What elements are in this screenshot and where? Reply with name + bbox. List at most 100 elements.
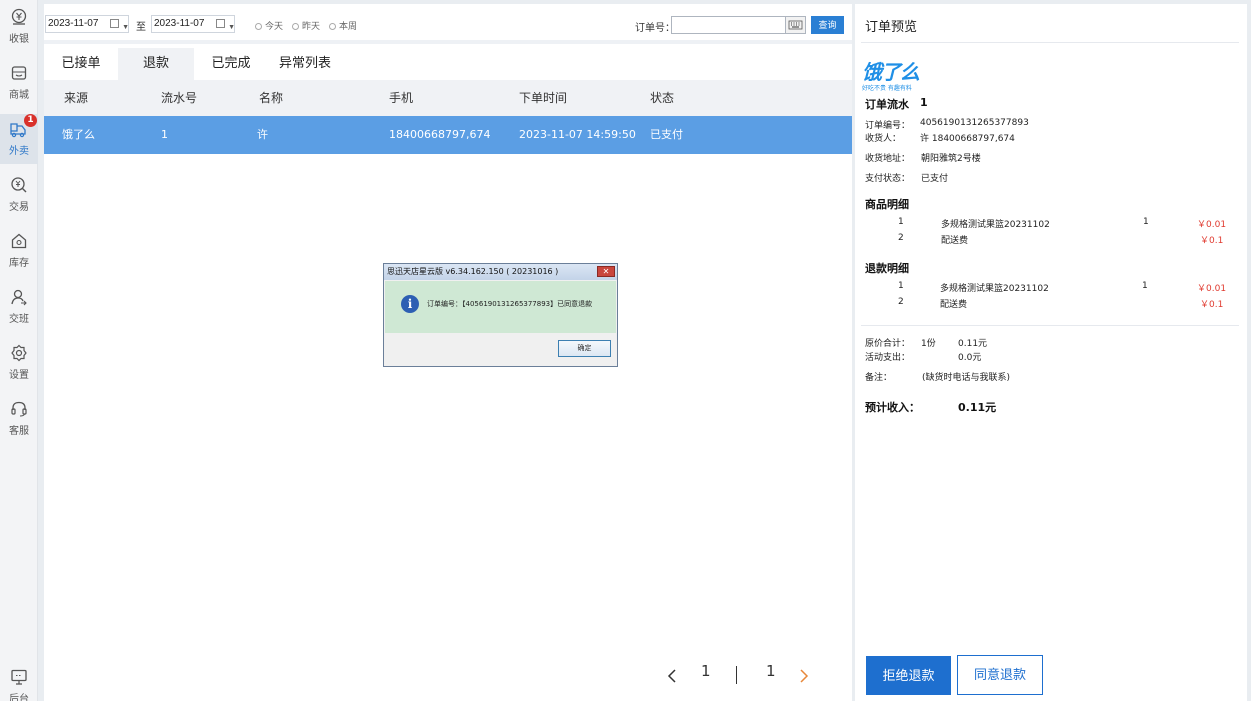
column-header: 流水号 [161, 91, 198, 105]
radio-dot [329, 23, 336, 30]
column-header: 手机 [389, 91, 414, 105]
original-total-value: 0.11元 [958, 339, 988, 349]
refund-index: 1 [898, 281, 904, 291]
store-icon [11, 66, 27, 80]
table-cell: 1 [161, 128, 168, 141]
goods-name: 配送费 [941, 236, 969, 246]
cashier-icon [11, 8, 27, 25]
refund-price: ￥0.1 [1200, 300, 1224, 310]
agree-refund-button[interactable]: 同意退款 [957, 655, 1043, 695]
date-range-separator: 至 [136, 22, 146, 33]
close-icon[interactable]: ✕ [597, 266, 615, 277]
column-header: 下单时间 [519, 91, 568, 105]
original-total-label: 原价合计： [865, 339, 911, 349]
radio-dot [255, 23, 262, 30]
sidebar-item-support[interactable]: 客服 [0, 394, 38, 444]
remark-value: (缺货时电话与我联系) [922, 373, 1011, 383]
goods-price: ￥0.1 [1200, 236, 1224, 246]
radio-label: 昨天 [302, 22, 321, 32]
activity-label: 活动支出： [865, 353, 911, 363]
backend-icon [11, 669, 27, 685]
table-cell: 18400668797,674 [389, 128, 491, 141]
sidebar-label: 设置 [9, 370, 29, 381]
income-value: 0.11元 [958, 401, 997, 414]
activity-value: 0.0元 [958, 353, 982, 363]
sidebar-item-backend[interactable]: 后台 [0, 662, 38, 701]
income-label: 预计收入： [865, 401, 920, 414]
total-pages: 1 [766, 662, 776, 680]
radio-today[interactable]: 今天 [255, 19, 283, 32]
tab-completed[interactable]: 已完成 [194, 48, 268, 80]
sidebar: 收银 商城 1 外卖 交易 库存 交班 设置 客服 后台 [0, 0, 38, 701]
date-from-value: 2023-11-07 [48, 18, 99, 29]
dialog-body: i 订单编号：【4056190131265377893】已同意退款 [385, 281, 616, 333]
goods-title: 商品明细 [865, 198, 909, 211]
divider [861, 42, 1239, 43]
original-total-qty: 1份 [921, 339, 936, 349]
sidebar-label: 收银 [9, 34, 29, 45]
goods-index: 2 [898, 233, 904, 243]
transaction-icon [11, 177, 27, 193]
refund-index: 2 [898, 297, 904, 307]
refund-qty: 1 [1142, 281, 1148, 291]
next-page-icon[interactable] [798, 668, 810, 684]
sidebar-label: 后台 [9, 694, 29, 701]
remark-label: 备注： [865, 373, 893, 383]
tab-exceptions[interactable]: 异常列表 [268, 48, 342, 80]
date-to-picker[interactable]: 2023-11-07 ▼ [151, 15, 235, 33]
eleme-logo: 饿了么 好吃不贵 有趣有料 [862, 56, 920, 92]
prev-page-icon[interactable] [666, 668, 678, 684]
column-header: 名称 [259, 91, 284, 105]
date-from-picker[interactable]: 2023-11-07 ▼ [45, 15, 129, 33]
address-value: 朝阳雅筑2号楼 [921, 154, 981, 164]
preview-title: 订单预览 [865, 20, 918, 35]
info-icon: i [401, 295, 419, 313]
sidebar-item-settings[interactable]: 设置 [0, 338, 38, 388]
keyboard-icon[interactable] [785, 16, 806, 34]
radio-label: 今天 [265, 22, 284, 32]
sidebar-item-delivery[interactable]: 1 外卖 [0, 114, 38, 164]
sidebar-item-inventory[interactable]: 库存 [0, 226, 38, 276]
notification-badge: 1 [24, 114, 37, 127]
receiver-label: 收货人： [865, 134, 902, 144]
table-header: 来源 流水号 名称 手机 下单时间 状态 [44, 80, 852, 116]
tab-accepted[interactable]: 已接单 [44, 48, 118, 80]
sidebar-label: 客服 [9, 426, 29, 437]
ok-button[interactable]: 确定 [558, 340, 611, 357]
refund-price: ￥0.01 [1197, 284, 1227, 294]
table-row[interactable]: 饿了么 1 许 18400668797,674 2023-11-07 14:59… [44, 116, 852, 154]
table-cell: 2023-11-07 14:59:50 [519, 128, 636, 141]
inventory-icon [11, 233, 27, 249]
sidebar-label: 库存 [9, 258, 29, 269]
radio-this-week[interactable]: 本周 [329, 19, 357, 32]
goods-index: 1 [898, 217, 904, 227]
calendar-icon [110, 19, 119, 28]
table-cell: 已支付 [650, 128, 683, 141]
sidebar-item-store[interactable]: 商城 [0, 58, 38, 108]
sidebar-item-shift[interactable]: 交班 [0, 282, 38, 332]
filter-toolbar: 2023-11-07 ▼ 至 2023-11-07 ▼ 今天 昨天 本周 订单号… [44, 4, 852, 44]
reject-refund-button[interactable]: 拒绝退款 [866, 656, 951, 695]
goods-qty: 1 [1143, 217, 1149, 227]
column-header: 状态 [650, 91, 675, 105]
order-no-value: 4056190131265377893 [920, 118, 1029, 128]
shift-icon [11, 289, 27, 306]
radio-dot [292, 23, 299, 30]
receiver-value: 许 18400668797,674 [920, 134, 1015, 144]
tab-refund[interactable]: 退款 [118, 48, 194, 80]
order-preview-panel: 订单预览 饿了么 好吃不贵 有趣有料 订单流水 1 订单编号： 40561901… [855, 4, 1247, 701]
date-to-value: 2023-11-07 [154, 18, 205, 29]
settings-icon [11, 344, 27, 362]
query-button[interactable]: 查询 [811, 16, 844, 34]
column-header: 来源 [64, 91, 89, 105]
refund-name: 配送费 [940, 300, 968, 310]
dialog-message: 订单编号：【4056190131265377893】已同意退款 [427, 300, 593, 308]
radio-label: 本周 [339, 22, 358, 32]
sidebar-item-cashier[interactable]: 收银 [0, 2, 38, 52]
chevron-down-icon: ▼ [122, 24, 129, 31]
order-no-label: 订单编号： [865, 121, 911, 131]
serial-value: 1 [920, 96, 928, 109]
sidebar-item-transaction[interactable]: 交易 [0, 170, 38, 220]
sidebar-label: 外卖 [9, 146, 29, 157]
radio-yesterday[interactable]: 昨天 [292, 19, 320, 32]
